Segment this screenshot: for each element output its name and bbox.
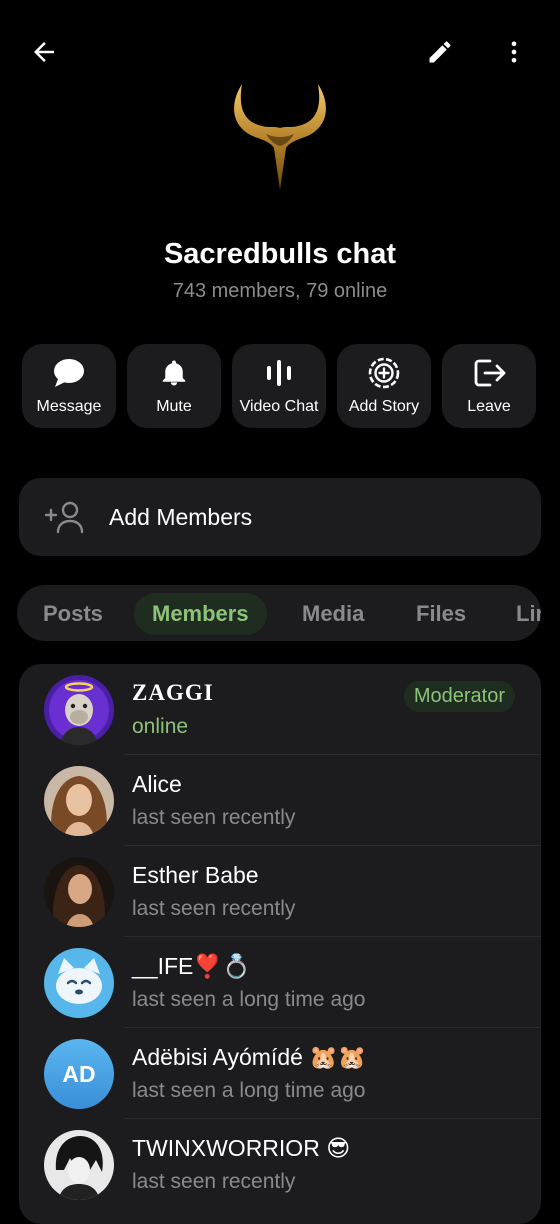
member-avatar bbox=[44, 1130, 114, 1200]
member-name: TWINXWORRIOR 😎 bbox=[132, 1135, 351, 1161]
add-story-label: Add Story bbox=[348, 398, 420, 415]
member-name: Alice bbox=[132, 771, 182, 797]
member-row[interactable]: ZAGGI online Moderator bbox=[19, 664, 541, 755]
member-avatar bbox=[44, 675, 114, 745]
group-avatar-bull-horns[interactable] bbox=[220, 78, 340, 196]
add-story-button[interactable]: Add Story bbox=[337, 344, 431, 428]
leave-label: Leave bbox=[467, 398, 511, 415]
more-vertical-icon[interactable] bbox=[492, 30, 536, 74]
member-status: last seen a long time ago bbox=[132, 988, 366, 1011]
member-row[interactable]: __IFE❣️💍 last seen a long time ago bbox=[19, 937, 541, 1028]
add-members-button[interactable]: Add Members bbox=[19, 478, 541, 556]
moderator-badge: Moderator bbox=[403, 681, 515, 712]
add-members-label: Add Members bbox=[109, 503, 253, 530]
action-buttons: Message Mute Video Chat Add Story Leave bbox=[22, 344, 538, 428]
back-arrow-icon[interactable] bbox=[22, 30, 66, 74]
pencil-icon[interactable] bbox=[418, 30, 462, 74]
tab-links[interactable]: Lin bbox=[516, 593, 541, 635]
member-status: last seen a long time ago bbox=[132, 1079, 366, 1102]
member-avatar bbox=[44, 766, 114, 836]
tab-media[interactable]: Media bbox=[302, 593, 364, 635]
tab-files[interactable]: Files bbox=[416, 593, 466, 635]
member-avatar: AD bbox=[44, 1039, 114, 1109]
members-list: ZAGGI online Moderator Alice last seen r… bbox=[19, 664, 541, 1224]
member-name: ZAGGI bbox=[132, 680, 214, 705]
video-chat-label: Video Chat bbox=[239, 398, 319, 415]
add-person-icon bbox=[19, 500, 109, 534]
group-subtitle: 743 members, 79 online bbox=[172, 280, 388, 302]
add-story-icon bbox=[367, 356, 401, 390]
mute-button[interactable]: Mute bbox=[127, 344, 221, 428]
member-row[interactable]: AD Adëbisi Ayómídé 🐹🐹 last seen a long t… bbox=[19, 1028, 541, 1119]
leave-button[interactable]: Leave bbox=[442, 344, 536, 428]
member-status: last seen recently bbox=[132, 1170, 296, 1193]
member-status: online bbox=[132, 715, 189, 738]
message-icon bbox=[52, 356, 86, 390]
member-row[interactable]: Esther Babe last seen recently bbox=[19, 846, 541, 937]
group-title: Sacredbulls chat bbox=[163, 238, 397, 270]
member-status: last seen recently bbox=[132, 897, 296, 920]
member-status: last seen recently bbox=[132, 806, 296, 829]
member-initials: AD bbox=[44, 1039, 114, 1109]
member-row[interactable]: TWINXWORRIOR 😎 last seen recently bbox=[19, 1119, 541, 1210]
member-name: __IFE❣️💍 bbox=[132, 953, 251, 979]
tab-posts[interactable]: Posts bbox=[43, 593, 103, 635]
video-chat-button[interactable]: Video Chat bbox=[232, 344, 326, 428]
tab-members[interactable]: Members bbox=[134, 593, 267, 635]
leave-icon bbox=[472, 356, 506, 390]
voice-bars-icon bbox=[264, 356, 294, 390]
message-button[interactable]: Message bbox=[22, 344, 116, 428]
mute-label: Mute bbox=[156, 398, 192, 415]
member-avatar bbox=[44, 948, 114, 1018]
bell-icon bbox=[159, 356, 189, 390]
member-row[interactable]: Alice last seen recently bbox=[19, 755, 541, 846]
member-avatar bbox=[44, 857, 114, 927]
message-label: Message bbox=[36, 398, 102, 415]
tab-bar: Posts Members Media Files Lin bbox=[17, 585, 541, 641]
member-name: Esther Babe bbox=[132, 862, 259, 888]
member-name: Adëbisi Ayómídé 🐹🐹 bbox=[132, 1044, 367, 1070]
